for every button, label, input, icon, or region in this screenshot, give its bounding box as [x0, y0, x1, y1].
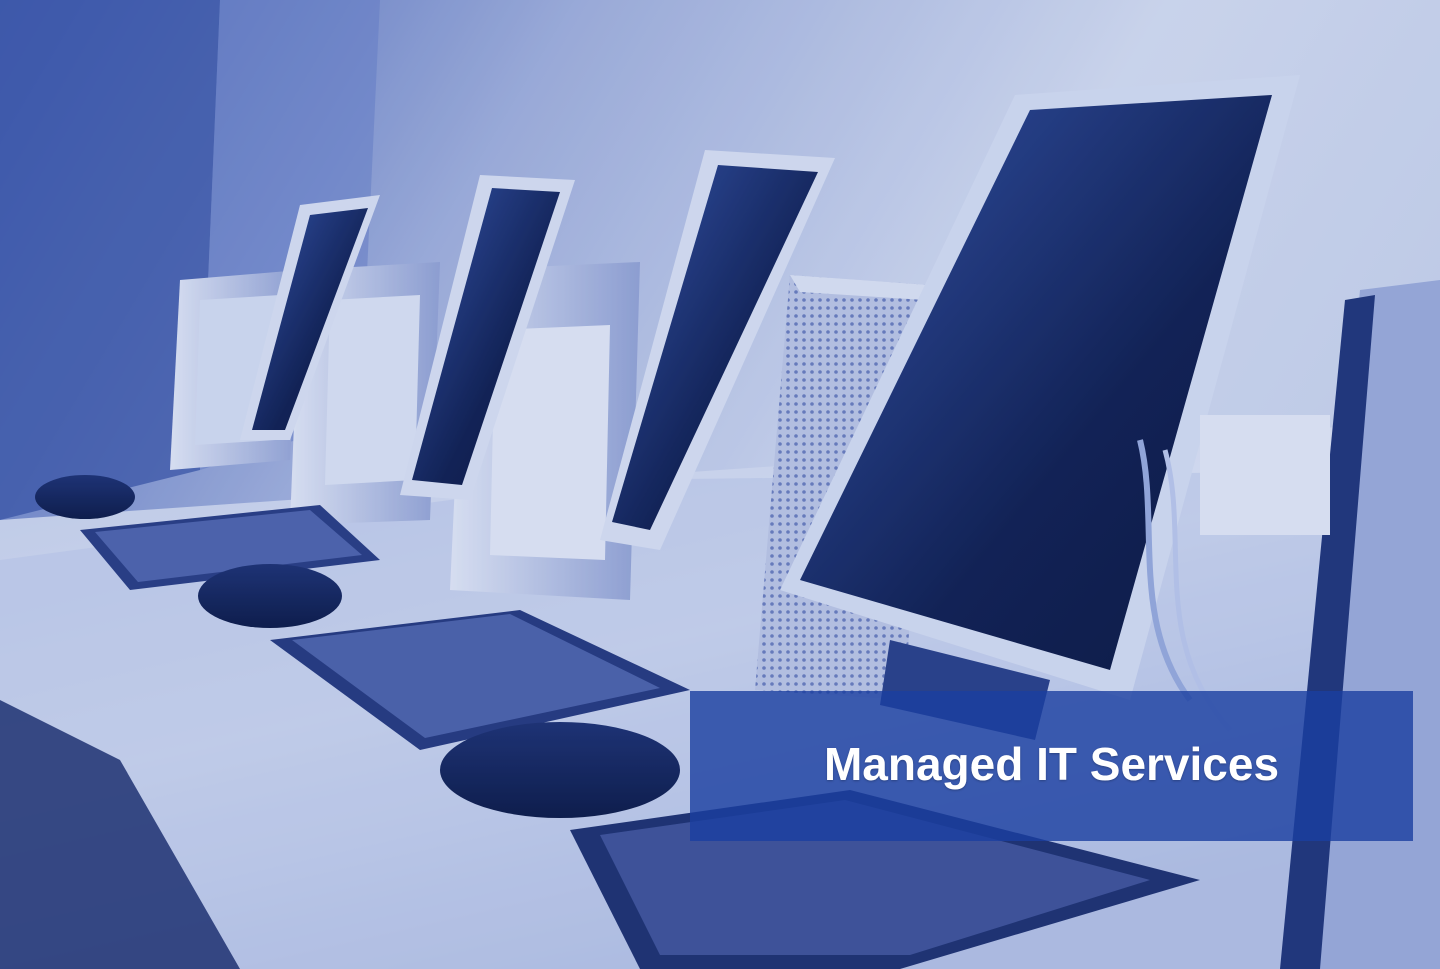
caption-overlay: Managed IT Services: [690, 691, 1413, 841]
hero-banner: Managed IT Services: [0, 0, 1440, 969]
banner-caption: Managed IT Services: [823, 738, 1280, 790]
